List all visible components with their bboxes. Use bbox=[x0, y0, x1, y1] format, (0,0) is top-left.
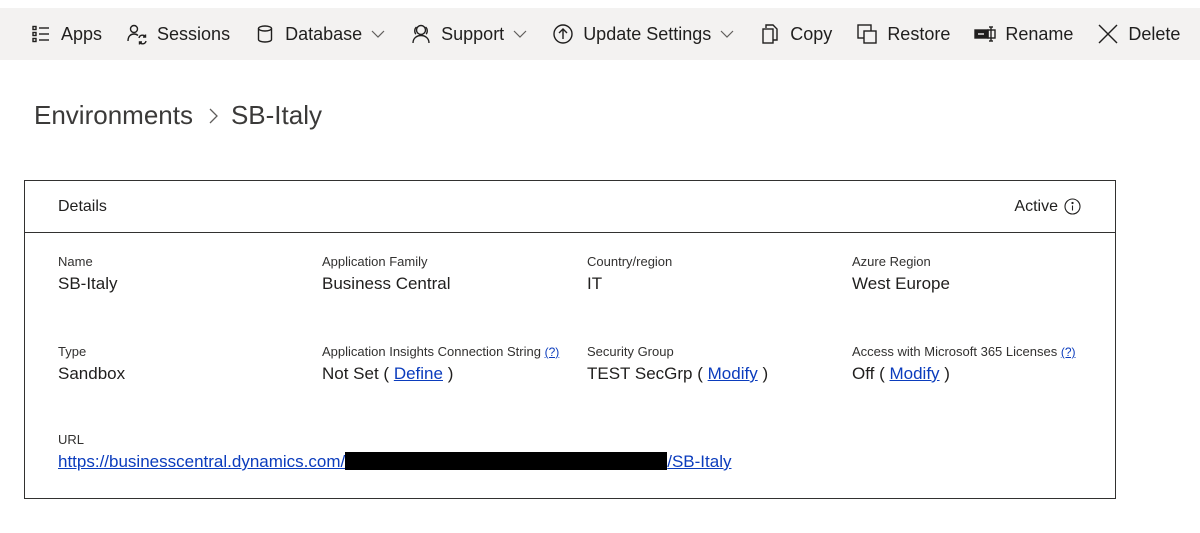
m365-value: Off ( Modify ) bbox=[852, 364, 1076, 384]
insights-value-prefix: Not Set ( bbox=[322, 364, 390, 383]
sessions-label: Sessions bbox=[157, 23, 231, 44]
sessions-icon bbox=[126, 23, 148, 45]
type-label: Type bbox=[58, 344, 87, 359]
update-settings-label: Update Settings bbox=[583, 23, 712, 44]
url-value: https://businesscentral.dynamics.com/ /SB… bbox=[58, 452, 731, 472]
redacted-block bbox=[345, 452, 668, 470]
insights-help-link[interactable]: (?) bbox=[545, 345, 560, 359]
rename-button[interactable]: Rename bbox=[974, 8, 1073, 60]
insights-value-suffix: ) bbox=[447, 364, 454, 383]
breadcrumb-environments-link[interactable]: Environments bbox=[34, 100, 193, 131]
app-family-field: Application Family Business Central bbox=[322, 254, 451, 294]
url-field: URL https://businesscentral.dynamics.com… bbox=[58, 432, 731, 472]
azure-region-label: Azure Region bbox=[852, 254, 931, 269]
apps-list-icon bbox=[30, 23, 52, 45]
arrow-up-circle-icon bbox=[552, 23, 574, 45]
info-icon[interactable] bbox=[1064, 198, 1081, 215]
m365-value-prefix: Off ( bbox=[852, 364, 885, 383]
security-value-prefix: TEST SecGrp ( bbox=[587, 364, 703, 383]
url-suffix: /SB-Italy bbox=[667, 452, 732, 471]
insights-field: Application Insights Connection String (… bbox=[322, 344, 559, 384]
close-x-icon bbox=[1097, 23, 1119, 45]
update-settings-dropdown[interactable]: Update Settings bbox=[552, 8, 735, 60]
restore-label: Restore bbox=[887, 23, 951, 44]
security-value: TEST SecGrp ( Modify ) bbox=[587, 364, 768, 384]
copy-icon bbox=[759, 23, 781, 45]
url-label: URL bbox=[58, 432, 85, 447]
rename-label: Rename bbox=[1005, 23, 1074, 44]
app-family-value: Business Central bbox=[322, 274, 451, 293]
apps-label: Apps bbox=[61, 23, 103, 44]
details-panel: Details Active Name SB-Italy Application… bbox=[24, 180, 1116, 499]
status-indicator: Active bbox=[1014, 198, 1081, 216]
delete-button[interactable]: Delete bbox=[1097, 8, 1180, 60]
breadcrumb-current: SB-Italy bbox=[230, 100, 322, 130]
m365-value-suffix: ) bbox=[944, 364, 950, 383]
apps-button[interactable]: Apps bbox=[30, 8, 102, 60]
support-person-icon bbox=[410, 23, 432, 45]
command-bar: Apps Sessions Database Support Update Se… bbox=[0, 8, 1200, 60]
azure-region-value: West Europe bbox=[852, 274, 950, 293]
url-prefix: https://businesscentral.dynamics.com/ bbox=[58, 452, 346, 471]
name-value: SB-Italy bbox=[58, 274, 118, 293]
country-value: IT bbox=[587, 274, 603, 293]
details-header: Details Active bbox=[25, 181, 1115, 233]
security-group-field: Security Group TEST SecGrp ( Modify ) bbox=[587, 344, 768, 384]
database-icon bbox=[254, 23, 276, 45]
app-family-label: Application Family bbox=[322, 254, 428, 269]
insights-label-row: Application Insights Connection String (… bbox=[322, 344, 559, 359]
sessions-button[interactable]: Sessions bbox=[126, 8, 230, 60]
breadcrumb: Environments SB-Italy bbox=[34, 100, 322, 131]
m365-label: Access with Microsoft 365 Licenses bbox=[852, 344, 1058, 359]
environment-url-link[interactable]: https://businesscentral.dynamics.com/ /SB… bbox=[58, 452, 731, 471]
type-field: Type Sandbox bbox=[58, 344, 125, 384]
m365-label-row: Access with Microsoft 365 Licenses (?) bbox=[852, 344, 1076, 359]
modify-security-link[interactable]: Modify bbox=[708, 364, 758, 383]
details-title: Details bbox=[58, 197, 107, 215]
azure-region-field: Azure Region West Europe bbox=[852, 254, 950, 294]
m365-access-field: Access with Microsoft 365 Licenses (?) O… bbox=[852, 344, 1076, 384]
insights-value: Not Set ( Define ) bbox=[322, 364, 559, 384]
status-text: Active bbox=[1014, 197, 1058, 215]
copy-button[interactable]: Copy bbox=[759, 8, 832, 60]
delete-label: Delete bbox=[1128, 23, 1181, 44]
restore-icon bbox=[856, 23, 878, 45]
chevron-down-icon bbox=[719, 26, 735, 42]
security-value-suffix: ) bbox=[762, 364, 769, 383]
name-field: Name SB-Italy bbox=[58, 254, 118, 294]
restore-button[interactable]: Restore bbox=[856, 8, 950, 60]
country-field: Country/region IT bbox=[587, 254, 672, 294]
chevron-down-icon bbox=[370, 26, 386, 42]
database-dropdown[interactable]: Database bbox=[254, 8, 386, 60]
support-label: Support bbox=[441, 23, 505, 44]
chevron-right-icon bbox=[207, 107, 219, 125]
define-link[interactable]: Define bbox=[394, 364, 443, 383]
chevron-down-icon bbox=[512, 26, 528, 42]
security-label: Security Group bbox=[587, 344, 674, 359]
type-value: Sandbox bbox=[58, 364, 126, 383]
rename-icon bbox=[974, 23, 997, 45]
m365-help-link[interactable]: (?) bbox=[1061, 345, 1076, 359]
support-dropdown[interactable]: Support bbox=[410, 8, 528, 60]
country-label: Country/region bbox=[587, 254, 673, 269]
copy-label: Copy bbox=[790, 23, 833, 44]
modify-m365-link[interactable]: Modify bbox=[889, 364, 939, 383]
database-label: Database bbox=[285, 23, 363, 44]
insights-label: Application Insights Connection String bbox=[322, 344, 541, 359]
name-label: Name bbox=[58, 254, 93, 269]
